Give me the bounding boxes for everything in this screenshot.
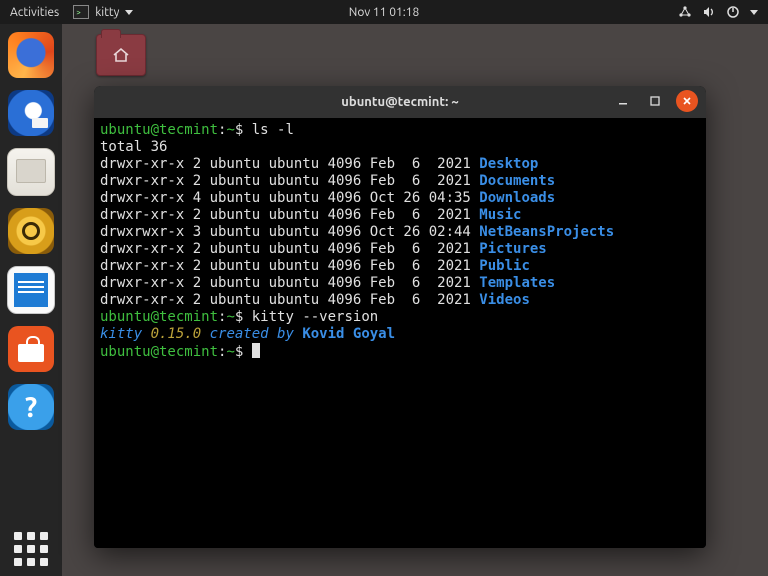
network-icon — [678, 5, 692, 19]
terminal-icon: > — [73, 5, 89, 19]
launcher-firefox[interactable] — [8, 32, 54, 78]
power-icon — [726, 5, 740, 19]
terminal-window[interactable]: ubuntu@tecmint: ~ ubuntu@tecmint:~$ ls -… — [94, 86, 706, 548]
launcher-software[interactable] — [8, 326, 54, 372]
launcher-rhythmbox[interactable] — [8, 208, 54, 254]
maximize-icon — [649, 95, 661, 107]
titlebar[interactable]: ubuntu@tecmint: ~ — [94, 86, 706, 118]
volume-icon — [702, 5, 716, 19]
dock: ? — [0, 24, 62, 576]
desktop[interactable]: ubuntu@tecmint: ~ ubuntu@tecmint:~$ ls -… — [62, 24, 768, 576]
window-title: ubuntu@tecmint: ~ — [341, 95, 458, 109]
chevron-down-icon — [750, 10, 758, 15]
close-button[interactable] — [676, 90, 698, 112]
activities-button[interactable]: Activities — [10, 6, 59, 19]
app-menu-label: kitty — [95, 6, 119, 19]
home-icon — [111, 46, 131, 64]
chevron-down-icon — [125, 10, 133, 15]
maximize-button[interactable] — [644, 90, 666, 112]
app-menu[interactable]: > kitty — [73, 5, 133, 19]
launcher-files[interactable] — [7, 148, 55, 196]
clock[interactable]: Nov 11 01:18 — [349, 6, 419, 19]
launcher-writer[interactable] — [7, 266, 55, 314]
show-applications-button[interactable] — [0, 532, 62, 566]
close-icon — [681, 95, 693, 107]
terminal-body[interactable]: ubuntu@tecmint:~$ ls -ltotal 36drwxr-xr-… — [94, 118, 706, 548]
top-bar: Activities > kitty Nov 11 01:18 — [0, 0, 768, 24]
launcher-help[interactable]: ? — [8, 384, 54, 430]
launcher-thunderbird[interactable] — [8, 90, 54, 136]
desktop-home-folder[interactable] — [94, 34, 148, 79]
system-menu[interactable] — [678, 5, 768, 19]
minimize-button[interactable] — [612, 90, 634, 112]
minimize-icon — [617, 95, 629, 107]
